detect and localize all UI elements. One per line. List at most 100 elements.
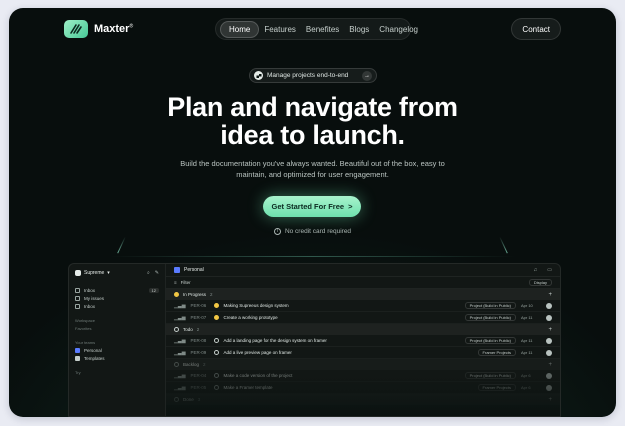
hero-subtitle: Build the documentation you've always wa… xyxy=(159,158,466,180)
nav-changelog[interactable]: Changelog xyxy=(374,22,423,37)
logo-icon xyxy=(64,20,88,38)
sidebar-item-label: My issues xyxy=(84,295,105,301)
status-icon xyxy=(213,350,219,355)
sidebar-item-inbox-2[interactable]: Inbox xyxy=(75,302,159,310)
team-color-icon xyxy=(174,267,180,273)
nav-home[interactable]: Home xyxy=(220,20,260,38)
status-icon xyxy=(213,385,219,390)
cubes-icon xyxy=(254,71,263,80)
nav-blogs[interactable]: Blogs xyxy=(344,22,374,37)
issue-id: PER-04 xyxy=(190,373,207,378)
add-issue-icon[interactable]: + xyxy=(548,292,552,298)
project-tag[interactable]: Project (Build in Public) xyxy=(464,337,516,344)
chevron-right-icon: > xyxy=(348,202,353,211)
issue-title: Making Supreeus design system xyxy=(223,303,289,308)
group-label: Backlog xyxy=(183,362,200,367)
hero-headline: Plan and navigate from idea to launch. xyxy=(9,93,616,149)
sidebar-item-inbox[interactable]: Inbox 12 xyxy=(75,286,159,294)
status-icon xyxy=(174,292,179,297)
issue-title: Create a working prototype xyxy=(223,315,278,320)
priority-icon: ▁▃▅ xyxy=(174,337,186,344)
avatar[interactable] xyxy=(546,372,552,379)
contact-button[interactable]: Contact xyxy=(511,18,561,40)
sidebar-item-personal[interactable]: Personal xyxy=(75,346,159,354)
priority-icon: ▁▃▅ xyxy=(174,384,186,391)
group-header[interactable]: Backlog 2 + xyxy=(166,359,560,370)
subtitle-line-1: Build the documentation you've always wa… xyxy=(180,159,445,168)
group-header[interactable]: Todo 2 + xyxy=(166,324,560,335)
issue-title: Add a landing page for the design system… xyxy=(223,338,327,343)
project-tag[interactable]: Framer Projects xyxy=(477,349,516,356)
issue-row[interactable]: ▁▃▅ PER-08 Add a landing page for the desi… xyxy=(166,335,560,347)
status-icon xyxy=(213,315,219,320)
announcement-pill[interactable]: Manage projects end-to-end → xyxy=(249,68,377,83)
sidebar-item-templates[interactable]: Templates xyxy=(75,354,159,362)
project-tag[interactable]: Project (Build in Public) xyxy=(464,302,516,309)
headline-line-1: Plan and navigate from xyxy=(167,92,458,122)
project-tag[interactable]: Project (Build in Public) xyxy=(464,314,516,321)
bell-icon[interactable]: ♫ xyxy=(534,267,538,273)
nav-benefites[interactable]: Benefites xyxy=(301,22,344,37)
arrow-right-icon: → xyxy=(362,70,372,81)
sidebar-item-label: Inbox xyxy=(84,303,96,309)
app-sidebar: Supreme ▾ ⌕ ✎ Inbox 12 My issues Inbox W xyxy=(69,264,166,416)
sidebar-section-teams[interactable]: Your teams xyxy=(75,338,159,346)
list-header: Personal ♫ ▭ xyxy=(166,264,560,277)
status-icon xyxy=(213,338,219,343)
sidebar-section-try[interactable]: Try xyxy=(75,368,159,376)
group-count: 2 xyxy=(196,327,200,332)
project-tag[interactable]: Framer Projects xyxy=(477,384,516,391)
filter-icon: ≡ xyxy=(174,280,177,285)
priority-icon: ▁▃▅ xyxy=(174,302,186,309)
filter-button[interactable]: Filter xyxy=(181,280,191,285)
sidebar-section-workspace[interactable]: Workspace xyxy=(75,316,159,324)
issue-row[interactable]: ▁▃▅ PER-05 Make a Framer template Framer Pr… xyxy=(166,382,560,394)
no-credit-card-note: i No credit card required xyxy=(9,228,616,235)
sidebar-item-my-issues[interactable]: My issues xyxy=(75,294,159,302)
brand-name: Maxter® xyxy=(94,23,134,35)
issue-row[interactable]: ▁▃▅ PER-04 Make a code version of the proj… xyxy=(166,370,560,382)
pill-label: Manage projects end-to-end xyxy=(267,72,349,79)
avatar[interactable] xyxy=(546,302,552,309)
avatar[interactable] xyxy=(546,337,552,344)
filter-bar: ≡ Filter Display xyxy=(166,277,560,289)
group-label: Todo xyxy=(183,327,193,332)
sidebar-item-label: Personal xyxy=(84,347,102,353)
info-icon: i xyxy=(273,228,281,235)
landing-frame: Maxter® Home Features Benefites Blogs Ch… xyxy=(9,8,616,417)
compose-icon[interactable]: ✎ xyxy=(155,270,159,276)
project-tag[interactable]: Project (Build in Public) xyxy=(464,372,516,379)
issue-row[interactable]: ▁▃▅ PER-07 Create a working prototype Proje… xyxy=(166,312,560,324)
issue-list: Personal ♫ ▭ ≡ Filter Display In Progres… xyxy=(166,264,560,416)
avatar[interactable] xyxy=(546,384,552,391)
status-icon xyxy=(174,327,179,332)
avatar[interactable] xyxy=(546,314,552,321)
light-beam-right xyxy=(499,236,508,254)
group-header[interactable]: Done 3 + xyxy=(166,394,560,405)
sidebar-item-label: Inbox xyxy=(84,287,96,293)
horizon-glow xyxy=(109,256,516,257)
light-beam-left xyxy=(117,236,126,254)
display-button[interactable]: Display xyxy=(528,279,552,286)
subtitle-line-2: maintain, and optimized for user engagem… xyxy=(236,170,389,179)
get-started-button[interactable]: Get Started For Free > xyxy=(263,196,361,217)
sidebar-section-favorites[interactable]: Favorites xyxy=(75,324,159,332)
layout-icon[interactable]: ▭ xyxy=(547,267,552,273)
search-icon[interactable]: ⌕ xyxy=(147,270,150,276)
add-issue-icon[interactable]: + xyxy=(548,362,552,368)
nav-features[interactable]: Features xyxy=(259,22,301,37)
issue-date: Apr 10 xyxy=(521,303,533,308)
brand-logo[interactable]: Maxter® xyxy=(64,20,133,38)
avatar[interactable] xyxy=(546,349,552,356)
add-issue-icon[interactable]: + xyxy=(548,397,552,403)
issue-date: Apr 11 xyxy=(521,315,533,320)
add-issue-icon[interactable]: + xyxy=(548,327,552,333)
issue-row[interactable]: ▁▃▅ PER-09 Add a live preview page on fram… xyxy=(166,347,560,359)
list-title: Personal xyxy=(184,267,204,273)
workspace-icon xyxy=(75,270,81,276)
group-header[interactable]: In Progress 2 + xyxy=(166,289,560,300)
issue-id: PER-07 xyxy=(190,315,207,320)
workspace-switcher[interactable]: Supreme ▾ ⌕ ✎ xyxy=(75,270,159,276)
issue-row[interactable]: ▁▃▅ PER-06 Making Supreeus design system Pr… xyxy=(166,300,560,312)
priority-icon: ▁▃▅ xyxy=(174,349,186,356)
